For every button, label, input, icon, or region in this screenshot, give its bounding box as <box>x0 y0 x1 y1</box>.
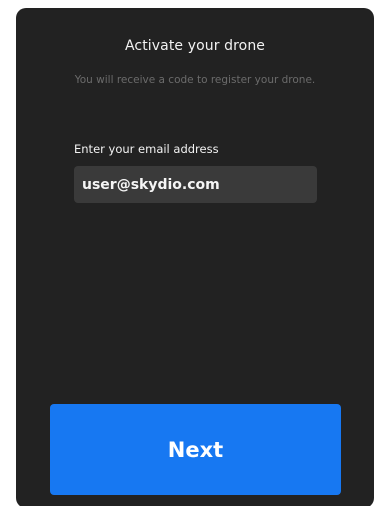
activation-card: Activate your drone You will receive a c… <box>16 8 374 506</box>
dialog-subtitle: You will receive a code to register your… <box>74 74 316 86</box>
next-button[interactable]: Next <box>50 404 341 495</box>
email-field[interactable] <box>74 166 317 203</box>
dialog-title: Activate your drone <box>124 38 266 54</box>
email-field-label: Enter your email address <box>74 142 219 156</box>
